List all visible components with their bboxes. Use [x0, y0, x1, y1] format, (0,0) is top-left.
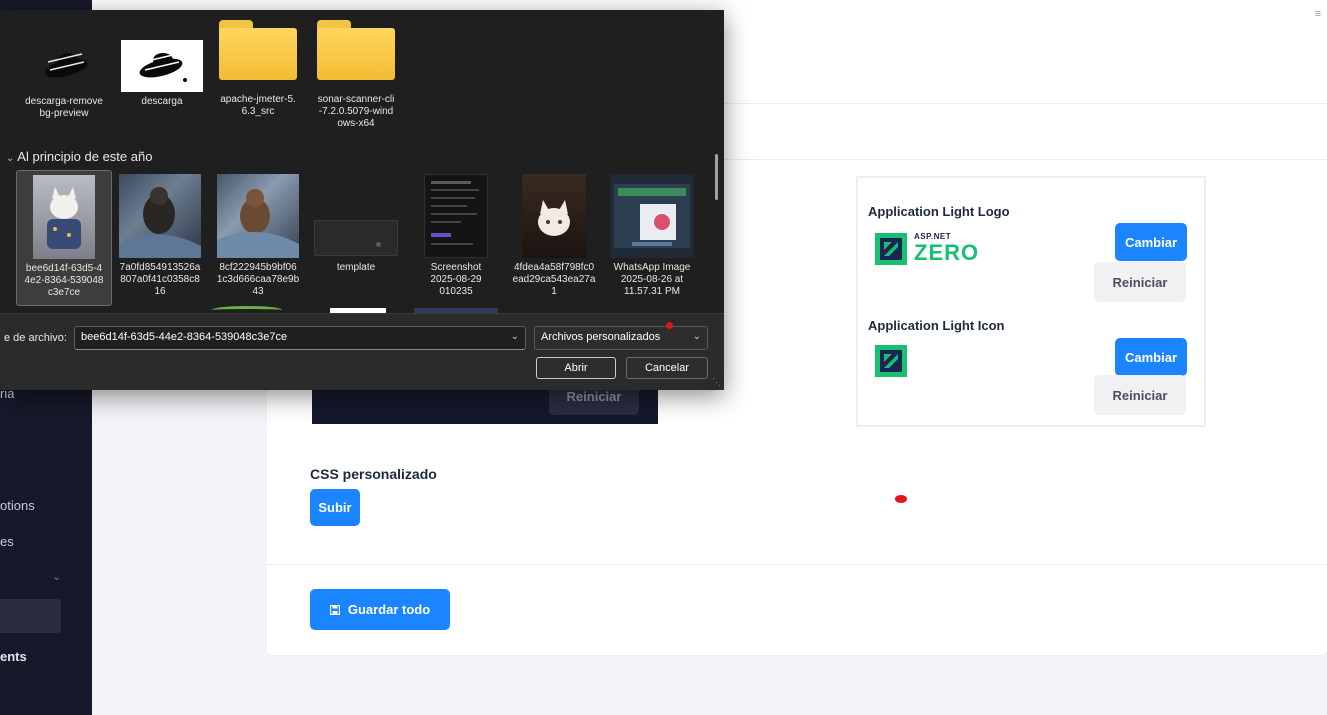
image-thumbnail: [522, 174, 586, 258]
reset-icon-button[interactable]: Reiniciar: [1094, 375, 1186, 415]
file-name: 4fdea4a58f798fc0 ead29ca543ea27a 1: [512, 262, 596, 297]
logo-big-text: ZERO: [914, 240, 980, 265]
file-name: bee6d14f-63d5-4 4e2-8364-539048 c3e7ce: [24, 263, 104, 298]
light-logo-panel: Application Light Logo ASP.NET ZERO Camb…: [856, 176, 1206, 427]
filename-value: bee6d14f-63d5-44e2-8364-539048c3e7ce: [81, 331, 288, 343]
file-open-dialog: descarga-remove bg-preview descarga apac…: [0, 10, 724, 390]
filename-input[interactable]: bee6d14f-63d5-44e2-8364-539048c3e7ce ⌄: [74, 326, 526, 350]
file-name: sonar-scanner-cli -7.2.0.5079-wind ows-x…: [317, 94, 395, 129]
save-all-label: Guardar todo: [347, 602, 431, 617]
file-tile[interactable]: 8cf222945b9bf06 1c3d666caa78e9b 43: [210, 174, 306, 298]
filename-label: e de archivo:: [4, 332, 67, 344]
dialog-bottom-bar: e de archivo: bee6d14f-63d5-44e2-8364-53…: [0, 313, 724, 390]
menu-toggle-icon[interactable]: ≡: [1315, 8, 1321, 20]
file-tile[interactable]: template: [308, 174, 404, 274]
image-thumbnail: [610, 174, 694, 258]
screenshot-preview-icon: [431, 181, 479, 245]
file-name: Screenshot 2025-08-29 010235: [430, 262, 482, 297]
cursor-marker: [895, 495, 907, 503]
chevron-down-icon[interactable]: ⌄: [52, 570, 61, 583]
sidebar-item-label[interactable]: otions: [0, 498, 35, 513]
chevron-down-icon[interactable]: ⌄: [693, 331, 701, 342]
scrollbar-thumb[interactable]: [715, 154, 718, 200]
image-thumbnail: [121, 40, 203, 92]
folder-tile[interactable]: sonar-scanner-cli -7.2.0.5079-wind ows-x…: [308, 20, 404, 130]
image-thumbnail: [424, 174, 488, 258]
file-name: descarga: [141, 96, 183, 107]
zero-icon-preview: [875, 345, 907, 377]
change-icon-button[interactable]: Cambiar: [1115, 338, 1187, 376]
file-tile[interactable]: 4fdea4a58f798fc0 ead29ca543ea27a 1: [506, 174, 602, 298]
file-name: 7a0fd854913526a 807a0f41c0358c8 16: [119, 262, 201, 297]
image-thumbnail: [314, 174, 398, 258]
resize-grip-icon[interactable]: ⋱: [712, 377, 721, 388]
cat-photo-icon: [538, 200, 570, 236]
cancel-button[interactable]: Cancelar: [626, 357, 708, 379]
ufo-logo-icon: [44, 53, 88, 78]
animal-photo-icon: [119, 187, 201, 258]
sidebar-item-label[interactable]: ents: [0, 649, 27, 664]
sidebar-item-active[interactable]: [0, 599, 61, 633]
group-header-label: Al principio de este año: [17, 149, 153, 164]
zero-logo-mark-icon: [875, 233, 907, 265]
custom-css-title: CSS personalizado: [310, 466, 437, 482]
filetype-value: Archivos personalizados: [541, 331, 661, 343]
change-logo-button[interactable]: Cambiar: [1115, 223, 1187, 261]
file-tile[interactable]: WhatsApp Image 2025-08-26 at 11.57.31 PM: [604, 174, 700, 298]
save-all-button[interactable]: Guardar todo: [310, 589, 450, 630]
file-name: descarga-remove bg-preview: [25, 96, 103, 119]
file-tile[interactable]: descarga-remove bg-preview: [16, 40, 112, 120]
file-name: WhatsApp Image 2025-08-26 at 11.57.31 PM: [613, 262, 691, 297]
upload-css-button[interactable]: Subir: [310, 489, 360, 526]
group-header[interactable]: ⌄ Al principio de este año: [6, 149, 152, 164]
open-button[interactable]: Abrir: [536, 357, 616, 379]
file-tile[interactable]: Screenshot 2025-08-29 010235: [408, 174, 504, 298]
image-thumbnail: [33, 175, 95, 259]
file-name: 8cf222945b9bf06 1c3d666caa78e9b 43: [216, 262, 300, 297]
file-name: template: [336, 262, 376, 273]
folder-tile[interactable]: apache-jmeter-5. 6.3_src: [210, 20, 306, 118]
screen-photo-icon: [614, 184, 690, 248]
file-name: apache-jmeter-5. 6.3_src: [220, 94, 296, 117]
asp-net-zero-logo: ASP.NET ZERO: [874, 232, 984, 266]
file-tile-selected[interactable]: bee6d14f-63d5-4 4e2-8364-539048 c3e7ce: [16, 170, 112, 306]
cursor-marker: [666, 322, 673, 329]
chevron-down-icon[interactable]: ⌄: [511, 331, 519, 342]
ufo-logo-icon: [139, 53, 187, 82]
file-tile[interactable]: 7a0fd854913526a 807a0f41c0358c8 16: [112, 174, 208, 298]
animal-photo-icon: [217, 189, 299, 258]
reset-logo-button[interactable]: Reiniciar: [1094, 262, 1186, 302]
card-divider: [267, 564, 1327, 565]
light-icon-title: Application Light Icon: [868, 318, 1005, 333]
chevron-down-icon: ⌄: [6, 153, 15, 164]
image-thumbnail: [119, 174, 201, 258]
save-icon: [329, 604, 340, 615]
image-thumbnail: [217, 174, 299, 258]
cat-photo-icon: [47, 187, 81, 249]
image-thumbnail: [24, 40, 104, 92]
folder-icon: [317, 20, 395, 80]
folder-icon: [219, 20, 297, 80]
sidebar-item-label[interactable]: es: [0, 534, 14, 549]
light-logo-title: Application Light Logo: [868, 204, 1010, 219]
file-tile[interactable]: descarga: [114, 40, 210, 108]
filetype-select[interactable]: Archivos personalizados ⌄: [534, 326, 708, 350]
